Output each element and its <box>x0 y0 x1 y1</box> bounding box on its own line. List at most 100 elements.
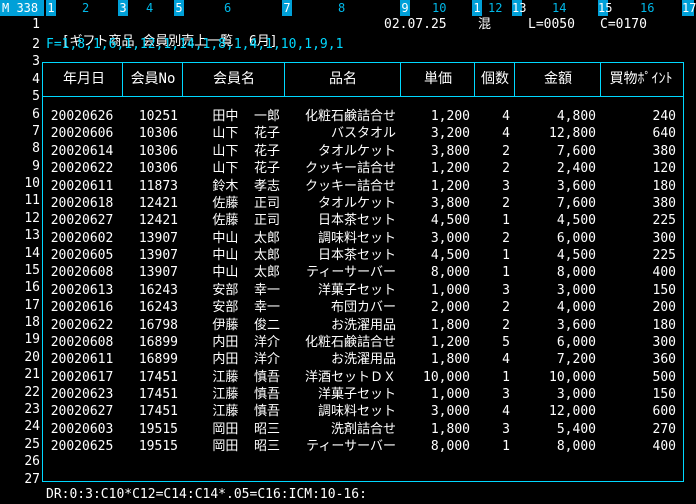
table-cell[interactable]: 2 <box>476 317 510 334</box>
table-cell[interactable]: 20020614 <box>46 143 118 160</box>
table-cell[interactable]: 5,400 <box>516 421 596 438</box>
table-cell[interactable]: 1,200 <box>402 334 470 351</box>
table-cell[interactable]: 3,000 <box>402 403 470 420</box>
table-cell[interactable]: 20020618 <box>46 195 118 212</box>
table-cell[interactable]: 洗剤詰合せ <box>286 421 396 438</box>
table-cell[interactable]: 中山 太郎 <box>184 230 280 247</box>
table-cell[interactable]: 300 <box>602 230 676 247</box>
table-cell[interactable]: 4,500 <box>402 212 470 229</box>
table-cell[interactable]: 12421 <box>124 195 178 212</box>
table-cell[interactable]: 4,500 <box>402 247 470 264</box>
table-cell[interactable]: 2 <box>476 160 510 177</box>
table-cell[interactable]: 6,000 <box>516 230 596 247</box>
table-cell[interactable]: 10306 <box>124 143 178 160</box>
table-cell[interactable]: タオルケット <box>286 195 396 212</box>
table-cell[interactable]: 4 <box>476 351 510 368</box>
table-cell[interactable]: 16899 <box>124 334 178 351</box>
table-cell[interactable]: 3,000 <box>516 282 596 299</box>
table-cell[interactable]: 11873 <box>124 178 178 195</box>
table-cell[interactable]: 13907 <box>124 230 178 247</box>
table-cell[interactable]: タオルケット <box>286 143 396 160</box>
table-cell[interactable]: 17451 <box>124 386 178 403</box>
column-header[interactable]: 個数 <box>476 62 514 96</box>
table-cell[interactable]: 化粧石鹸詰合せ <box>286 108 396 125</box>
table-cell[interactable]: 山下 花子 <box>184 143 280 160</box>
table-cell[interactable]: 安部 幸一 <box>184 299 280 316</box>
table-cell[interactable]: 12,000 <box>516 403 596 420</box>
table-cell[interactable]: 7,600 <box>516 195 596 212</box>
table-cell[interactable]: 4,500 <box>516 247 596 264</box>
table-cell[interactable]: 内田 洋介 <box>184 334 280 351</box>
table-cell[interactable]: 8,000 <box>402 264 470 281</box>
table-cell[interactable]: 640 <box>602 125 676 142</box>
table-cell[interactable]: 3,800 <box>402 195 470 212</box>
table-cell[interactable]: 1 <box>476 247 510 264</box>
table-cell[interactable]: 16798 <box>124 317 178 334</box>
table-cell[interactable]: 1,800 <box>402 317 470 334</box>
table-cell[interactable]: 180 <box>602 317 676 334</box>
table-cell[interactable]: 19515 <box>124 421 178 438</box>
column-header[interactable]: 単価 <box>402 62 474 96</box>
table-cell[interactable]: 13907 <box>124 264 178 281</box>
table-cell[interactable]: 10251 <box>124 108 178 125</box>
table-cell[interactable]: 20020625 <box>46 438 118 455</box>
table-cell[interactable]: 江藤 慎吾 <box>184 369 280 386</box>
table-cell[interactable]: 1,200 <box>402 178 470 195</box>
table-cell[interactable]: 225 <box>602 247 676 264</box>
table-cell[interactable]: 20020602 <box>46 230 118 247</box>
table-cell[interactable]: 1 <box>476 438 510 455</box>
table-cell[interactable]: 500 <box>602 369 676 386</box>
table-cell[interactable]: 400 <box>602 438 676 455</box>
table-cell[interactable]: 12,800 <box>516 125 596 142</box>
table-cell[interactable]: 内田 洋介 <box>184 351 280 368</box>
table-cell[interactable]: クッキー詰合せ <box>286 160 396 177</box>
table-cell[interactable]: 鈴木 孝志 <box>184 178 280 195</box>
column-header[interactable]: 金額 <box>516 62 600 96</box>
table-cell[interactable]: 20020626 <box>46 108 118 125</box>
table-cell[interactable]: 10,000 <box>516 369 596 386</box>
table-cell[interactable]: 225 <box>602 212 676 229</box>
table-cell[interactable]: 江藤 慎吾 <box>184 403 280 420</box>
table-cell[interactable]: 4,800 <box>516 108 596 125</box>
table-cell[interactable]: 山下 花子 <box>184 125 280 142</box>
column-header[interactable]: 年月日 <box>46 62 122 96</box>
table-cell[interactable]: 20020605 <box>46 247 118 264</box>
table-cell[interactable]: 7,200 <box>516 351 596 368</box>
table-cell[interactable]: 佐藤 正司 <box>184 195 280 212</box>
table-cell[interactable]: 20020603 <box>46 421 118 438</box>
table-cell[interactable]: 380 <box>602 195 676 212</box>
table-cell[interactable]: 12421 <box>124 212 178 229</box>
table-cell[interactable]: 日本茶セット <box>286 212 396 229</box>
table-cell[interactable]: 2 <box>476 230 510 247</box>
column-header[interactable]: 会員名 <box>184 62 284 96</box>
table-cell[interactable]: 4,500 <box>516 212 596 229</box>
column-header[interactable]: 買物ﾎﾟｲﾝﾄ <box>602 62 680 96</box>
table-cell[interactable]: 20020608 <box>46 264 118 281</box>
table-cell[interactable]: 岡田 昭三 <box>184 438 280 455</box>
table-cell[interactable]: 20020606 <box>46 125 118 142</box>
table-cell[interactable]: 200 <box>602 299 676 316</box>
table-cell[interactable]: 化粧石鹸詰合せ <box>286 334 396 351</box>
column-header[interactable]: 品名 <box>286 62 400 96</box>
table-cell[interactable]: お洗濯用品 <box>286 317 396 334</box>
table-cell[interactable]: 10,000 <box>402 369 470 386</box>
table-cell[interactable]: 120 <box>602 160 676 177</box>
table-cell[interactable]: 600 <box>602 403 676 420</box>
table-cell[interactable]: 4 <box>476 403 510 420</box>
table-cell[interactable]: 3 <box>476 282 510 299</box>
table-cell[interactable]: 洋酒セットＤＸ <box>286 369 396 386</box>
table-cell[interactable]: ティーサーバー <box>286 264 396 281</box>
table-cell[interactable]: 270 <box>602 421 676 438</box>
table-cell[interactable]: 布団カバー <box>286 299 396 316</box>
table-cell[interactable]: 20020616 <box>46 299 118 316</box>
table-cell[interactable]: お洗濯用品 <box>286 351 396 368</box>
table-cell[interactable]: 20020611 <box>46 351 118 368</box>
table-cell[interactable]: 150 <box>602 282 676 299</box>
table-cell[interactable]: 10306 <box>124 160 178 177</box>
table-cell[interactable]: 380 <box>602 143 676 160</box>
table-cell[interactable]: 山下 花子 <box>184 160 280 177</box>
table-cell[interactable]: 5 <box>476 334 510 351</box>
column-header[interactable]: 会員No <box>124 62 182 96</box>
table-cell[interactable]: 中山 太郎 <box>184 247 280 264</box>
table-cell[interactable]: 360 <box>602 351 676 368</box>
